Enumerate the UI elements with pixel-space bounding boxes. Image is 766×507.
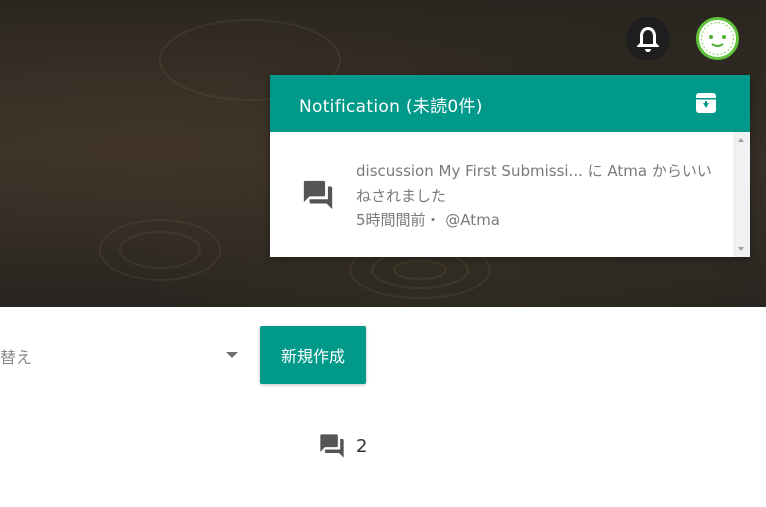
sort-select[interactable]: 替え [0,332,245,378]
avatar-face-icon [701,22,734,55]
user-avatar[interactable] [696,17,739,60]
forum-icon [320,434,344,458]
comment-count: 2 [318,432,367,460]
notification-title: Notification (未読0件) [299,97,483,117]
scroll-down-arrow-icon[interactable] [738,247,744,251]
scroll-up-arrow-icon[interactable] [738,138,744,142]
sort-select-value: 替え [0,348,33,367]
notification-meta: 5時間間前・ @Atma [356,211,500,229]
archive-icon[interactable] [694,91,718,119]
bell-icon [637,27,659,52]
notification-bell-button[interactable] [626,17,670,61]
new-post-button[interactable]: 新規作成 [260,326,366,384]
chevron-down-icon [226,352,238,358]
notification-header: Notification (未読0件) [270,75,750,132]
notification-scrollbar[interactable] [733,132,750,257]
forum-icon [301,178,335,216]
notification-item[interactable]: discussion My First Submissi... に Atma か… [270,132,750,257]
notification-text: discussion My First Submissi... に Atma か… [356,162,712,205]
notification-panel: Notification (未読0件) discussion My First … [270,75,750,257]
comment-count-value: 2 [356,435,368,457]
